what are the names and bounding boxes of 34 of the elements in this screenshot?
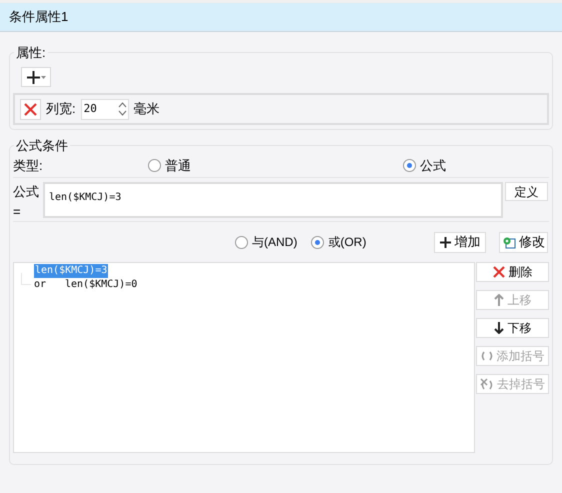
type-label: 类型: xyxy=(13,156,44,175)
radio-option[interactable]: 普通 xyxy=(148,156,403,176)
modify-button[interactable]: 修改 xyxy=(499,232,548,252)
radio-button[interactable] xyxy=(148,159,161,172)
radio-button[interactable] xyxy=(235,236,248,248)
window-title: 条件属性1 xyxy=(9,8,68,26)
connector-text: or xyxy=(34,278,48,292)
formula-label: 公式= xyxy=(13,183,40,220)
width-spinner[interactable]: 20 xyxy=(80,98,129,120)
delete-button[interactable]: 删除 xyxy=(476,262,549,282)
plus-icon xyxy=(440,236,450,248)
width-label: 列宽: xyxy=(46,100,76,118)
caret-icon xyxy=(40,76,46,78)
radio-button[interactable] xyxy=(403,159,416,172)
down-arrow-icon xyxy=(494,322,504,334)
radio-option[interactable]: 或(OR) xyxy=(311,233,366,251)
close-icon xyxy=(492,266,504,278)
add-dropdown-button[interactable] xyxy=(21,67,51,87)
parentheses-icon xyxy=(480,351,492,361)
remove-parentheses-icon xyxy=(480,378,493,390)
plus-icon xyxy=(26,70,40,84)
close-icon xyxy=(24,102,37,116)
up-arrow-icon xyxy=(494,294,504,306)
unit-label: 毫米 xyxy=(134,100,160,118)
down-button[interactable]: 下移 xyxy=(476,318,549,338)
add-button[interactable]: 增加 xyxy=(434,232,486,252)
condition-item[interactable]: len($KMCJ)=0 xyxy=(64,278,138,292)
formula-field[interactable]: len($KMCJ)=3 xyxy=(43,182,503,218)
define-button[interactable]: 定义 xyxy=(505,182,548,201)
radio-option[interactable]: 与(AND) xyxy=(235,233,298,251)
radio-option[interactable]: 公式 xyxy=(403,156,446,176)
spinner-arrows-icon xyxy=(116,100,128,118)
radio-button[interactable] xyxy=(311,236,324,248)
delete-button[interactable] xyxy=(20,98,41,120)
